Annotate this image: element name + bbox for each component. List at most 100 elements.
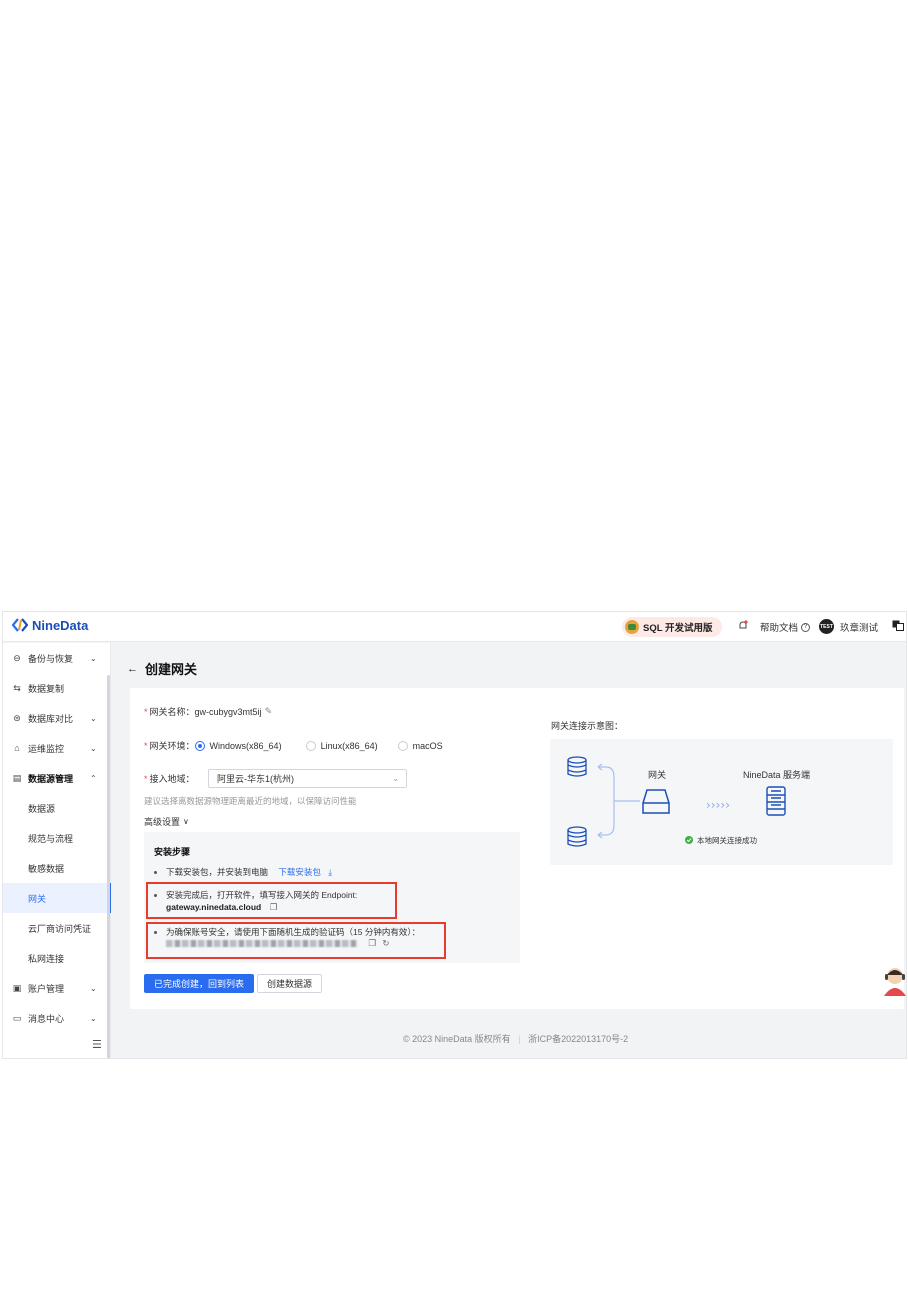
region-select[interactable]: 阿里云-华东1(杭州) ⌄ xyxy=(208,769,407,788)
diagram-title: 网关连接示意图： xyxy=(551,721,624,731)
user-name: 玖章测试 xyxy=(840,622,879,634)
back-arrow-icon[interactable]: ← xyxy=(127,663,138,675)
footer-copyright: © 2023 NineData 版权所有 xyxy=(403,1034,511,1044)
done-back-to-list-button[interactable]: 已完成创建，回到列表 xyxy=(144,974,255,993)
download-icon[interactable]: ⤓ xyxy=(328,867,332,877)
page-title-text: 创建网关 xyxy=(145,662,198,677)
replicate-icon: ⇆ xyxy=(13,683,21,693)
sidebar-item-label: 备份与恢复 xyxy=(28,653,74,664)
chevron-down-icon: ⌄ xyxy=(90,653,97,663)
sql-trial-badge[interactable]: SQL 开发试用版 xyxy=(622,617,722,637)
chevron-down-icon: ∨ xyxy=(183,817,189,826)
create-datasource-button[interactable]: 创建数据源 xyxy=(257,974,323,993)
required-mark: * xyxy=(144,706,148,717)
database-icon xyxy=(567,756,587,777)
gateway-connection-diagram: ››››› 网关 NineData 服务端 本地网关连接成功 xyxy=(550,739,893,865)
footer-icp[interactable]: 浙ICP备2022013170号-2 xyxy=(528,1034,628,1044)
translate-icon xyxy=(892,620,904,631)
sidebar-item-rules[interactable]: 规范与流程 xyxy=(3,823,111,853)
gateway-name-row: * 网关名称： gw-cubygv3mt5ij ✎ xyxy=(144,705,272,718)
database-icon xyxy=(567,826,587,847)
env-option-label: macOS xyxy=(412,740,443,751)
required-mark: * xyxy=(144,740,148,751)
diagram-server-label: NineData 服务端 xyxy=(743,770,811,780)
page-title: ← 创建网关 xyxy=(127,659,197,678)
install-steps-title: 安装步骤 xyxy=(154,847,191,857)
message-icon: ▭ xyxy=(12,1013,22,1023)
chevron-up-icon: ⌃ xyxy=(90,773,97,783)
question-circle-icon: ? xyxy=(801,622,811,632)
success-check-icon xyxy=(685,836,693,844)
assistant-avatar-icon xyxy=(884,968,906,996)
sidebar-item-gateway[interactable]: 网关 xyxy=(3,883,111,913)
sidebar-item-datasource-mgmt[interactable]: ▤ 数据源管理 ⌃ xyxy=(3,763,111,793)
chevron-down-icon: ⌄ xyxy=(90,1013,97,1023)
language-switch[interactable] xyxy=(892,620,904,631)
sidebar: ⊖ 备份与恢复 ⌄ ⇆ 数据复制 ⊜ 数据库对比 ⌄ ⌂ 运维监控 ⌄ ▤ 数据… xyxy=(3,643,111,1058)
help-docs-link[interactable]: 帮助文档 ? xyxy=(760,620,811,634)
chevron-down-icon: ⌄ xyxy=(90,983,97,993)
radio-checked-icon xyxy=(194,740,205,751)
env-option-macos[interactable]: macOS xyxy=(397,740,443,751)
help-docs-label: 帮助文档 xyxy=(760,623,799,634)
sql-badge-label: SQL 开发试用版 xyxy=(643,623,713,634)
sidebar-item-private-link[interactable]: 私网连接 xyxy=(3,943,111,973)
gateway-name-label: 网关名称： xyxy=(149,707,195,717)
compare-icon: ⊜ xyxy=(13,713,21,723)
sidebar-item-label: 规范与流程 xyxy=(28,833,74,844)
collapse-sidebar-icon[interactable]: ☰ xyxy=(92,1038,102,1051)
gateway-name-value: gw-cubygv3mt5ij xyxy=(194,706,262,717)
sidebar-item-label: 运维监控 xyxy=(28,743,65,754)
sidebar-item-replication[interactable]: ⇆ 数据复制 xyxy=(3,673,111,703)
sidebar-item-label: 云厂商访问凭证 xyxy=(28,923,92,934)
env-option-linux[interactable]: Linux(x86_64) xyxy=(305,740,378,751)
chevron-down-icon: ⌄ xyxy=(90,743,97,753)
bell-icon xyxy=(739,620,748,629)
sidebar-item-sensitive[interactable]: 敏感数据 xyxy=(3,853,111,883)
footer: © 2023 NineData 版权所有 | 浙ICP备2022013170号-… xyxy=(403,1032,628,1045)
region-hint: 建议选择离数据源物理距离最近的地域，以保障访问性能 xyxy=(144,796,357,806)
sidebar-item-datasource[interactable]: 数据源 xyxy=(3,793,111,823)
install-step-1: 下载安装包，并安装到电脑 下载安装包 ⤓ xyxy=(154,866,332,878)
support-assistant-icon[interactable] xyxy=(882,964,906,998)
advanced-settings-toggle[interactable]: 高级设置 ∨ xyxy=(144,815,189,828)
brand-name: NineData xyxy=(32,617,89,633)
sidebar-scrollbar[interactable] xyxy=(107,675,110,1058)
ninedata-logo-icon xyxy=(12,618,28,632)
env-option-label: Windows(x86_64) xyxy=(209,740,282,751)
sidebar-item-label: 数据库对比 xyxy=(28,713,74,724)
sidebar-item-backup[interactable]: ⊖ 备份与恢复 ⌄ xyxy=(3,643,111,673)
sidebar-item-label: 账户管理 xyxy=(28,983,65,994)
sidebar-item-cloud-credentials[interactable]: 云厂商访问凭证 xyxy=(3,913,111,943)
user-menu[interactable]: TEST 玖章测试 xyxy=(819,619,878,634)
sidebar-item-account[interactable]: ▣ 账户管理 ⌄ xyxy=(3,973,111,1003)
radio-unchecked-icon xyxy=(397,740,408,751)
sidebar-item-compare[interactable]: ⊜ 数据库对比 ⌄ xyxy=(3,703,111,733)
download-package-link[interactable]: 下载安装包 xyxy=(278,867,321,877)
footer-divider: | xyxy=(518,1034,521,1044)
sidebar-item-label: 消息中心 xyxy=(28,1013,65,1024)
gateway-device-icon xyxy=(642,789,670,814)
sidebar-item-label: 私网连接 xyxy=(28,953,65,964)
diagram-graphic: ››››› xyxy=(567,756,786,847)
region-label: 接入地域： xyxy=(149,774,195,784)
env-option-windows[interactable]: Windows(x86_64) xyxy=(194,740,282,751)
advanced-settings-label: 高级设置 xyxy=(144,817,181,827)
notification-bell[interactable] xyxy=(738,620,748,631)
edit-icon[interactable]: ✎ xyxy=(265,706,273,717)
create-gateway-card: * 网关名称： gw-cubygv3mt5ij ✎ * 网关环境： Window… xyxy=(130,688,904,1009)
gateway-env-row: * 网关环境： Windows(x86_64) Linux(x86_64) ma… xyxy=(144,739,443,752)
required-mark: * xyxy=(144,773,148,784)
connector-lines xyxy=(598,766,640,836)
sidebar-item-messages[interactable]: ▭ 消息中心 ⌄ xyxy=(3,1003,111,1033)
user-avatar: TEST xyxy=(819,619,834,634)
monitor-icon: ⌂ xyxy=(14,743,20,753)
sidebar-item-monitor[interactable]: ⌂ 运维监控 ⌄ xyxy=(3,733,111,763)
sidebar-item-label: 数据源 xyxy=(28,803,56,814)
logo[interactable]: NineData xyxy=(12,617,88,633)
account-icon: ▣ xyxy=(12,983,22,993)
sidebar-item-label: 数据源管理 xyxy=(28,773,74,784)
datasource-icon: ▤ xyxy=(12,773,22,783)
highlight-box-endpoint xyxy=(146,882,397,919)
gateway-env-label: 网关环境： xyxy=(149,741,195,751)
